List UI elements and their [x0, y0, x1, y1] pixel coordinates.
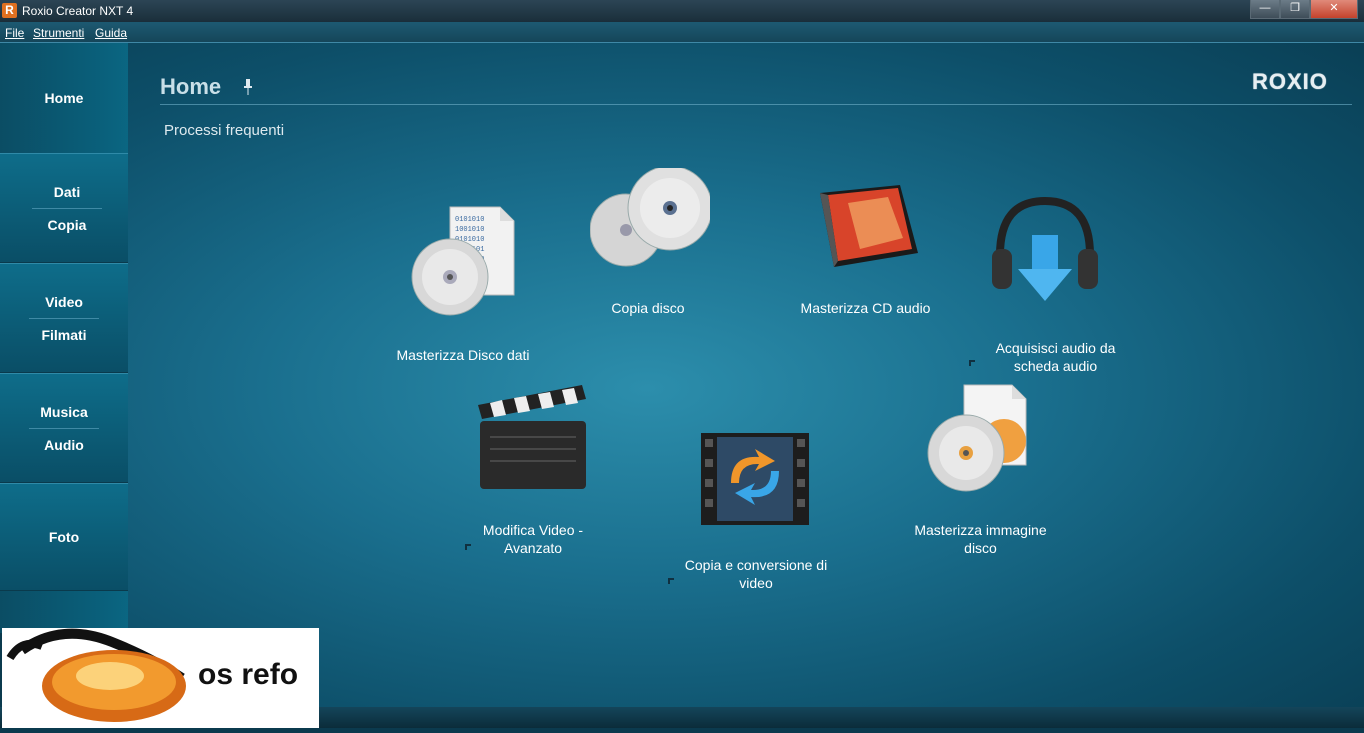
sidebar-item-home[interactable]: Home [0, 43, 128, 153]
svg-text:1001010: 1001010 [455, 226, 484, 234]
watermark-text: os refo [198, 658, 298, 691]
disc-image-icon [927, 384, 1027, 492]
headphones-download-icon [992, 196, 1098, 301]
task-burn-data-disc[interactable]: 0101010 1001010 0101010 1010101 0101010 … [388, 203, 538, 363]
task-burn-audio-cd[interactable]: Masterizza CD audio [788, 183, 943, 318]
menu-file[interactable]: File [5, 26, 24, 40]
separator [29, 427, 99, 429]
sidebar-item-sublabel: Filmati [41, 326, 87, 343]
task-label: Copia disco [611, 300, 685, 316]
title-bar: R Roxio Creator NXT 4 — ❐ ✕ [0, 0, 1364, 22]
task-burn-disc-image[interactable]: Masterizza immagine disco [898, 383, 1063, 563]
pin-icon[interactable] [242, 78, 254, 96]
task-label: Acquisisci audio da scheda audio [995, 340, 1116, 374]
sidebar-item-label: Foto [48, 529, 80, 545]
task-copy-convert-video[interactable]: Copia e conversione di video [663, 433, 838, 603]
sidebar-item-foto[interactable]: Foto [0, 483, 128, 591]
page-title: Home [160, 74, 222, 99]
sidebar-item-video[interactable]: Video Filmati [0, 263, 128, 373]
sidebar-item-label: Home [44, 90, 84, 106]
main-panel: Home ROXIO Processi frequenti 0101010 10… [128, 43, 1364, 707]
sidebar-item-label: Dati [53, 183, 81, 200]
sidebar-item-label: Musica [40, 403, 88, 420]
header-divider [160, 104, 1352, 105]
data-disc-icon: 0101010 1001010 0101010 1010101 0101010 … [411, 206, 515, 316]
task-capture-audio[interactable]: Acquisisci audio da scheda audio [968, 193, 1133, 378]
sidebar-item-sublabel: Copia [47, 216, 87, 233]
task-label: Masterizza Disco dati [396, 347, 530, 363]
maximize-button[interactable]: ❐ [1280, 0, 1310, 19]
audio-cd-icon [820, 185, 918, 267]
window-title: Roxio Creator NXT 4 [22, 4, 134, 18]
task-label: Copia e conversione di video [684, 557, 828, 591]
minimize-button[interactable]: — [1250, 0, 1280, 19]
separator [32, 207, 102, 209]
menu-bar: File Strumenti Guida [0, 22, 1364, 43]
svg-text:0101010: 0101010 [455, 216, 484, 224]
sidebar-item-label: Video [45, 293, 83, 310]
watermark-globe-icon: os refo [6, 628, 298, 722]
copy-disc-icon [590, 168, 710, 267]
app-icon: R [2, 3, 17, 18]
video-convert-icon [701, 433, 809, 525]
task-edit-video[interactable]: Modifica Video - Avanzato [458, 383, 613, 563]
task-label: Modifica Video - Avanzato [482, 522, 584, 556]
task-copy-disc[interactable]: Copia disco [578, 168, 718, 318]
sidebar-item-musica[interactable]: Musica Audio [0, 373, 128, 483]
sidebar: Home Dati Copia Video Filmati Musica Aud… [0, 43, 140, 633]
close-button[interactable]: ✕ [1310, 0, 1358, 19]
external-tool-icon [968, 355, 978, 366]
sidebar-item-dati[interactable]: Dati Copia [0, 153, 134, 263]
watermark-logo: os refo [2, 628, 319, 728]
task-label: Masterizza immagine disco [914, 522, 1047, 556]
section-title: Processi frequenti [164, 122, 285, 139]
menu-guida[interactable]: Guida [95, 26, 127, 40]
menu-strumenti[interactable]: Strumenti [33, 26, 84, 40]
sidebar-item-sublabel: Audio [44, 436, 84, 453]
clapperboard-icon [478, 385, 586, 489]
roxio-logo: ROXIO [1252, 69, 1328, 94]
window-controls: — ❐ ✕ [1250, 0, 1358, 19]
task-label: Masterizza CD audio [800, 300, 931, 316]
separator [29, 317, 99, 319]
